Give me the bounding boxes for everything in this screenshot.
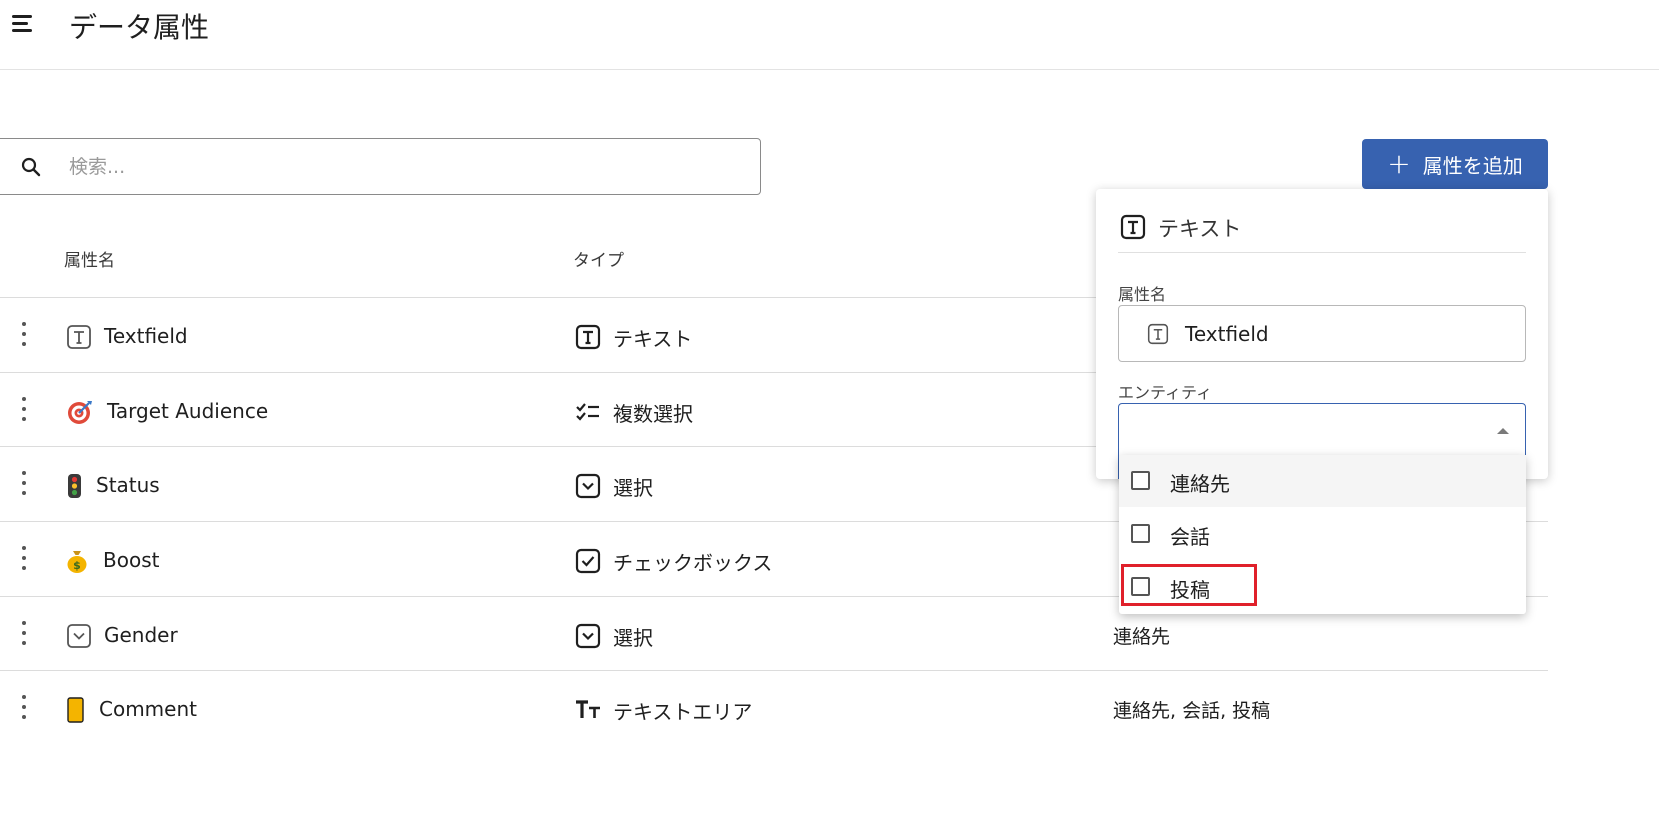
row-more-icon[interactable] (18, 621, 30, 647)
panel-title: テキスト (1158, 217, 1242, 241)
attribute-name: Textfield (104, 324, 188, 348)
dropdown-option[interactable]: 投稿 (1119, 561, 1526, 613)
add-attribute-label: 属性を追加 (1422, 153, 1523, 178)
option-label: 連絡先 (1170, 472, 1230, 496)
money-bag-icon: $ (67, 551, 87, 573)
top-bar: データ属性 (0, 0, 1659, 70)
name-field-label: 属性名 (1118, 285, 1167, 304)
attribute-name: Target Audience (107, 399, 269, 423)
option-label: 投稿 (1170, 578, 1210, 602)
dropdown-icon (575, 473, 601, 499)
hamburger-menu-icon[interactable] (10, 12, 34, 36)
attribute-name: Gender (104, 623, 178, 647)
name-field[interactable]: Textfield (1118, 305, 1526, 362)
attribute-name: Status (96, 473, 160, 497)
page-title: データ属性 (69, 11, 210, 44)
text-type-icon (575, 324, 601, 350)
attribute-type: 選択 (613, 626, 653, 650)
checkbox[interactable] (1131, 471, 1150, 490)
plus-icon: + (1387, 147, 1411, 180)
attribute-entities: 連絡先 (1113, 626, 1171, 648)
entity-field-label: エンティティ (1118, 383, 1213, 402)
text-area-icon (576, 700, 600, 718)
column-header-name: 属性名 (64, 251, 115, 271)
row-more-icon[interactable] (18, 322, 30, 348)
dropdown-option[interactable]: 会話 (1119, 508, 1526, 560)
attribute-type: テキストエリア (613, 700, 753, 724)
add-attribute-button[interactable]: + 属性を追加 (1362, 139, 1548, 189)
attribute-type: チェックボックス (613, 551, 773, 575)
text-field-icon (67, 325, 91, 349)
text-type-icon (1120, 214, 1146, 240)
option-label: 会話 (1170, 525, 1210, 549)
row-more-icon[interactable] (18, 471, 30, 497)
column-header-type: タイプ (573, 251, 624, 271)
name-field-value: Textfield (1185, 322, 1269, 346)
table-row[interactable]: Comment テキストエリア 連絡先, 会話, 投稿 (0, 670, 1548, 745)
checkbox-icon (575, 548, 601, 574)
checkbox[interactable] (1131, 577, 1150, 596)
search-icon (21, 157, 41, 177)
caret-up-icon[interactable] (1497, 428, 1509, 434)
target-icon (68, 401, 92, 424)
svg-text:$: $ (73, 559, 81, 572)
traffic-light-icon (68, 474, 81, 498)
text-field-icon (1147, 323, 1169, 345)
attribute-name: Boost (103, 548, 160, 572)
checkbox[interactable] (1131, 524, 1150, 543)
attribute-entities: 連絡先, 会話, 投稿 (1113, 700, 1271, 722)
attribute-type: テキスト (613, 327, 693, 351)
attribute-name: Comment (99, 697, 197, 721)
note-icon (67, 697, 84, 723)
dropdown-option[interactable]: 連絡先 (1119, 455, 1526, 507)
search-input[interactable] (69, 151, 729, 183)
checklist-icon (576, 403, 599, 421)
dropdown-icon (67, 624, 91, 648)
attribute-type: 選択 (613, 476, 653, 500)
row-more-icon[interactable] (18, 397, 30, 423)
search-box[interactable] (0, 138, 761, 195)
dropdown-icon (575, 623, 601, 649)
attribute-edit-panel: テキスト 属性名 Textfield エンティティ (1096, 189, 1548, 479)
entity-dropdown-list: 連絡先 会話 投稿 (1119, 455, 1526, 614)
row-more-icon[interactable] (18, 695, 30, 721)
attribute-type: 複数選択 (613, 402, 693, 426)
panel-header: テキスト (1118, 211, 1526, 253)
row-more-icon[interactable] (18, 546, 30, 572)
